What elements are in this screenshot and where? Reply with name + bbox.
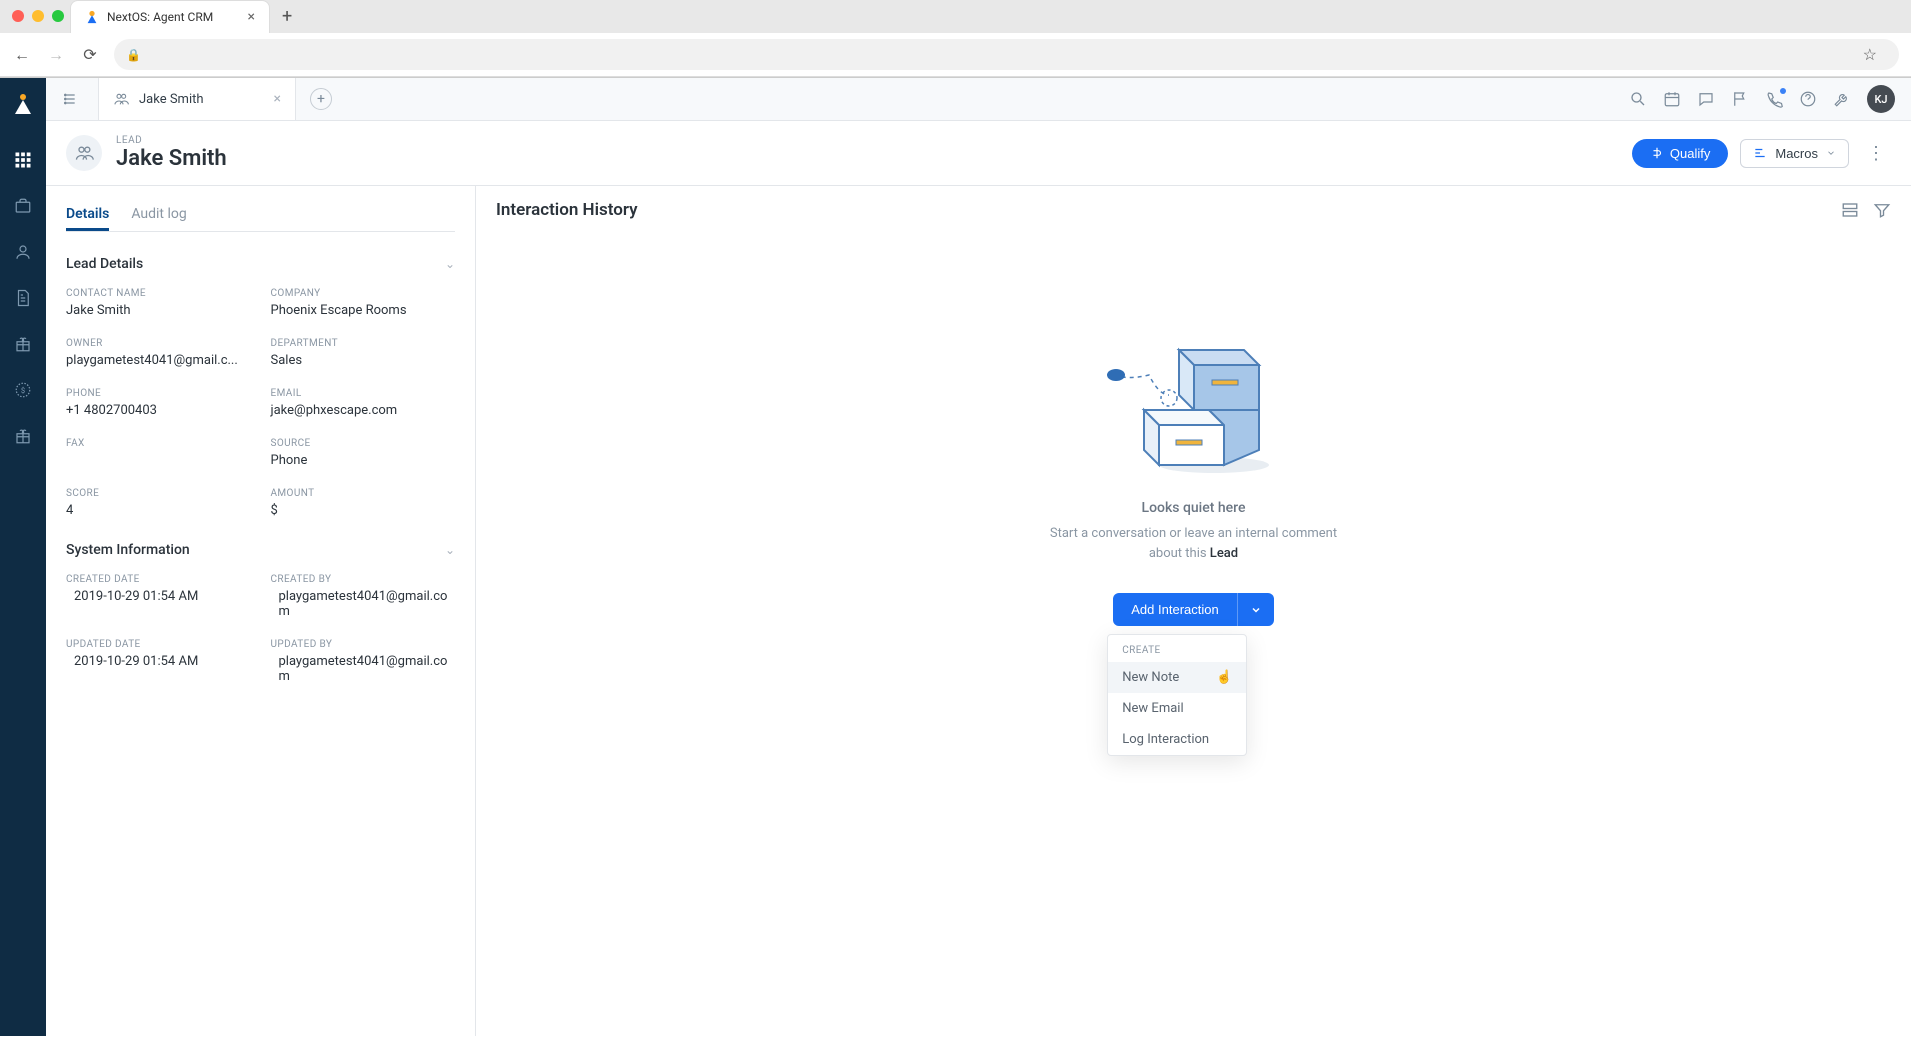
field-phone: PHONE +1 4802700403 (66, 388, 251, 418)
tab-audit-log[interactable]: Audit log (131, 200, 186, 231)
section-system-info-title: System Information (66, 542, 190, 558)
browser-new-tab-button[interactable]: + (270, 6, 304, 27)
macros-button[interactable]: Macros (1740, 139, 1849, 168)
nav-apps-icon[interactable] (13, 150, 33, 170)
sidebar-collapse-button[interactable] (46, 78, 99, 120)
tab-details[interactable]: Details (66, 200, 109, 231)
entity-type-icon (66, 135, 102, 171)
help-icon[interactable] (1799, 90, 1817, 108)
browser-forward-button[interactable]: → (46, 45, 66, 65)
lead-tab-icon (113, 91, 129, 107)
field-company: COMPANY Phoenix Escape Rooms (271, 288, 456, 318)
field-source: SOURCE Phone (271, 438, 456, 468)
nav-document-icon[interactable] (13, 288, 33, 308)
wrench-icon[interactable] (1833, 90, 1851, 108)
nav-billing-icon[interactable]: $ (13, 380, 33, 400)
favicon-icon (85, 10, 99, 24)
record-tab-close-icon[interactable]: × (274, 91, 281, 107)
field-amount: AMOUNT $ (271, 488, 456, 518)
field-created-date: CREATED DATE 2019-10-29 01:54 AM (66, 574, 251, 619)
chevron-down-icon: ⌄ (445, 543, 455, 557)
plus-circle-icon: + (310, 88, 332, 110)
chevron-down-icon: ⌄ (445, 257, 455, 271)
nav-gift2-icon[interactable] (13, 426, 33, 446)
window-maximize-button[interactable] (52, 10, 64, 22)
field-email: EMAIL jake@phxescape.com (271, 388, 456, 418)
bookmark-star-icon[interactable]: ☆ (1863, 45, 1877, 64)
more-actions-button[interactable]: ⋮ (1861, 143, 1891, 164)
field-updated-date: UPDATED DATE 2019-10-29 01:54 AM (66, 639, 251, 684)
field-owner: OWNER playgametest4041@gmail.c... (66, 338, 251, 368)
app-logo[interactable] (0, 84, 46, 124)
add-interaction-dropdown-toggle[interactable] (1237, 593, 1274, 626)
browser-tab-title: NextOS: Agent CRM (107, 10, 240, 24)
browser-tab[interactable]: NextOS: Agent CRM × (70, 0, 270, 33)
empty-state-subtitle: Start a conversation or leave an interna… (1034, 524, 1354, 563)
browser-tab-close-icon[interactable]: × (248, 9, 255, 25)
chevron-down-icon (1826, 148, 1836, 158)
record-tab-name: Jake Smith (139, 92, 204, 107)
entity-type-label: LEAD (116, 135, 227, 146)
svg-text:$: $ (21, 386, 25, 395)
browser-back-button[interactable]: ← (12, 45, 32, 65)
empty-state-illustration (1094, 340, 1294, 480)
browser-refresh-button[interactable]: ⟳ (80, 45, 100, 64)
interaction-history-title: Interaction History (496, 200, 638, 220)
empty-state-title: Looks quiet here (1142, 500, 1246, 516)
address-bar[interactable]: 🔒 ☆ (114, 39, 1899, 70)
add-interaction-dropdown: CREATE New Note ☝ New Email Log Interact… (1107, 634, 1247, 756)
field-fax: FAX (66, 438, 251, 468)
filter-icon[interactable] (1873, 201, 1891, 219)
dropdown-section-header: CREATE (1108, 635, 1246, 662)
section-lead-details-header[interactable]: Lead Details ⌄ (66, 246, 455, 282)
dropdown-item-log-interaction[interactable]: Log Interaction (1108, 724, 1246, 755)
dropdown-item-new-email[interactable]: New Email (1108, 693, 1246, 724)
field-score: SCORE 4 (66, 488, 251, 518)
lock-icon: 🔒 (126, 48, 141, 62)
view-toggle-icon[interactable] (1841, 201, 1859, 219)
qualify-button[interactable]: Qualify (1632, 139, 1728, 168)
section-system-info-header[interactable]: System Information ⌄ (66, 532, 455, 568)
field-contact-name: CONTACT NAME Jake Smith (66, 288, 251, 318)
field-created-by: CREATED BY playgametest4041@gmail.com (271, 574, 456, 619)
calendar-icon[interactable] (1663, 90, 1681, 108)
entity-name: Jake Smith (116, 146, 227, 171)
qualify-button-label: Qualify (1670, 146, 1710, 161)
dropdown-item-new-note[interactable]: New Note ☝ (1108, 662, 1246, 693)
section-lead-details-title: Lead Details (66, 256, 143, 272)
macros-button-label: Macros (1775, 146, 1818, 161)
add-interaction-button[interactable]: Add Interaction (1113, 593, 1236, 626)
search-icon[interactable] (1629, 90, 1647, 108)
nav-gift-icon[interactable] (13, 334, 33, 354)
nav-contacts-icon[interactable] (13, 242, 33, 262)
add-record-tab-button[interactable]: + (296, 88, 346, 110)
field-updated-by: UPDATED BY playgametest4041@gmail.com (271, 639, 456, 684)
phone-icon[interactable] (1765, 90, 1783, 108)
record-tab[interactable]: Jake Smith × (99, 78, 296, 120)
chat-icon[interactable] (1697, 90, 1715, 108)
field-department: DEPARTMENT Sales (271, 338, 456, 368)
window-close-button[interactable] (12, 10, 24, 22)
nav-rail: $ (0, 78, 46, 1036)
user-avatar[interactable]: KJ (1867, 85, 1895, 113)
flag-icon[interactable] (1731, 90, 1749, 108)
window-minimize-button[interactable] (32, 10, 44, 22)
cursor-pointer-icon: ☝ (1216, 670, 1232, 685)
nav-briefcase-icon[interactable] (13, 196, 33, 216)
